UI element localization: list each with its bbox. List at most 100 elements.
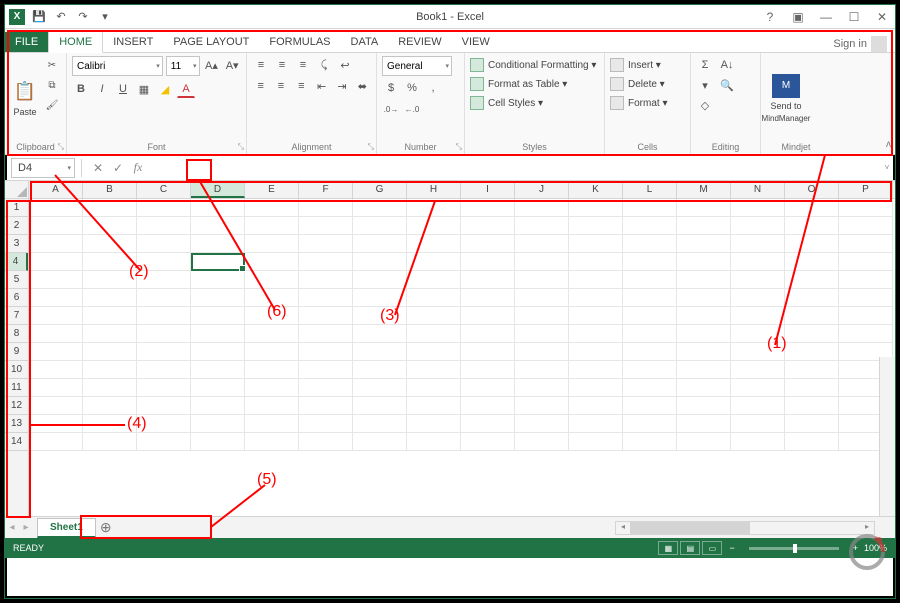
cell[interactable]: [785, 325, 839, 343]
qat-customize-icon[interactable]: ▾: [97, 9, 113, 25]
cell[interactable]: [299, 271, 353, 289]
cell[interactable]: [299, 253, 353, 271]
cell[interactable]: [677, 379, 731, 397]
cell[interactable]: [353, 325, 407, 343]
cell[interactable]: [785, 199, 839, 217]
cell[interactable]: [461, 235, 515, 253]
cell[interactable]: [623, 361, 677, 379]
cell[interactable]: [137, 235, 191, 253]
cell[interactable]: [515, 397, 569, 415]
cell[interactable]: [245, 361, 299, 379]
cell[interactable]: [299, 307, 353, 325]
cut-icon[interactable]: ✂: [43, 56, 61, 74]
cell[interactable]: [839, 199, 893, 217]
cell[interactable]: [461, 397, 515, 415]
row-header[interactable]: 6: [5, 289, 28, 307]
cell[interactable]: [785, 433, 839, 451]
format-painter-icon[interactable]: 🖌: [43, 96, 61, 114]
column-header[interactable]: N: [731, 181, 785, 198]
avatar-icon[interactable]: [871, 36, 887, 52]
cell[interactable]: [461, 361, 515, 379]
tab-formulas[interactable]: FORMULAS: [259, 32, 340, 52]
cell[interactable]: [191, 253, 245, 271]
column-header[interactable]: C: [137, 181, 191, 198]
cell[interactable]: [137, 361, 191, 379]
cell[interactable]: [245, 235, 299, 253]
cell[interactable]: [83, 325, 137, 343]
copy-icon[interactable]: ⧉: [43, 76, 61, 94]
formula-input[interactable]: [148, 158, 879, 178]
cell[interactable]: [461, 253, 515, 271]
cell[interactable]: [83, 289, 137, 307]
cell[interactable]: [515, 253, 569, 271]
redo-icon[interactable]: ↷: [75, 9, 91, 25]
cell[interactable]: [731, 433, 785, 451]
cell[interactable]: [407, 235, 461, 253]
align-right-icon[interactable]: ≡: [293, 77, 310, 95]
cell[interactable]: [677, 271, 731, 289]
cell[interactable]: [569, 361, 623, 379]
minimize-button[interactable]: —: [813, 7, 839, 27]
cell[interactable]: [407, 271, 461, 289]
cell[interactable]: [839, 325, 893, 343]
cell[interactable]: [245, 397, 299, 415]
maximize-button[interactable]: ☐: [841, 7, 867, 27]
cell[interactable]: [623, 253, 677, 271]
cell[interactable]: [569, 379, 623, 397]
cell[interactable]: [839, 253, 893, 271]
cell[interactable]: [461, 199, 515, 217]
cell[interactable]: [461, 415, 515, 433]
cell[interactable]: [731, 379, 785, 397]
cell[interactable]: [137, 415, 191, 433]
cells-area[interactable]: [29, 199, 895, 516]
font-color-icon[interactable]: A: [177, 80, 195, 98]
cell[interactable]: [569, 217, 623, 235]
cell[interactable]: [461, 307, 515, 325]
cell[interactable]: [353, 271, 407, 289]
cell[interactable]: [677, 343, 731, 361]
align-top-icon[interactable]: ≡: [252, 56, 270, 74]
column-header[interactable]: B: [83, 181, 137, 198]
cell[interactable]: [623, 217, 677, 235]
cell[interactable]: [623, 433, 677, 451]
help-icon[interactable]: ?: [757, 7, 783, 27]
cell[interactable]: [407, 199, 461, 217]
cell[interactable]: [299, 415, 353, 433]
cell[interactable]: [29, 343, 83, 361]
column-header[interactable]: G: [353, 181, 407, 198]
row-header[interactable]: 5: [5, 271, 28, 289]
cell[interactable]: [569, 271, 623, 289]
column-header[interactable]: D: [191, 181, 245, 198]
cell[interactable]: [407, 397, 461, 415]
cell[interactable]: [299, 217, 353, 235]
sheet-tab-sheet1[interactable]: Sheet1: [37, 518, 96, 538]
delete-cells-button[interactable]: Delete ▾: [610, 75, 667, 93]
cell[interactable]: [785, 343, 839, 361]
row-header[interactable]: 13: [5, 415, 28, 433]
row-header[interactable]: 10: [5, 361, 28, 379]
format-as-table-button[interactable]: Format as Table ▾: [470, 75, 596, 93]
cell[interactable]: [785, 289, 839, 307]
cell[interactable]: [353, 253, 407, 271]
row-header[interactable]: 14: [5, 433, 28, 451]
cell[interactable]: [839, 307, 893, 325]
cell[interactable]: [137, 343, 191, 361]
cell[interactable]: [137, 217, 191, 235]
cell[interactable]: [623, 289, 677, 307]
tab-home[interactable]: HOME: [48, 31, 103, 53]
cell[interactable]: [191, 415, 245, 433]
cell[interactable]: [83, 235, 137, 253]
cell[interactable]: [245, 433, 299, 451]
column-header[interactable]: H: [407, 181, 461, 198]
cell[interactable]: [29, 235, 83, 253]
expand-formula-bar-icon[interactable]: ˅: [879, 163, 895, 172]
cell[interactable]: [83, 343, 137, 361]
cell[interactable]: [569, 343, 623, 361]
cell[interactable]: [353, 217, 407, 235]
cell[interactable]: [191, 325, 245, 343]
align-middle-icon[interactable]: ≡: [273, 56, 291, 74]
number-format-select[interactable]: General: [382, 56, 452, 76]
cell[interactable]: [623, 397, 677, 415]
column-header[interactable]: J: [515, 181, 569, 198]
sign-in-link[interactable]: Sign in: [833, 38, 867, 50]
